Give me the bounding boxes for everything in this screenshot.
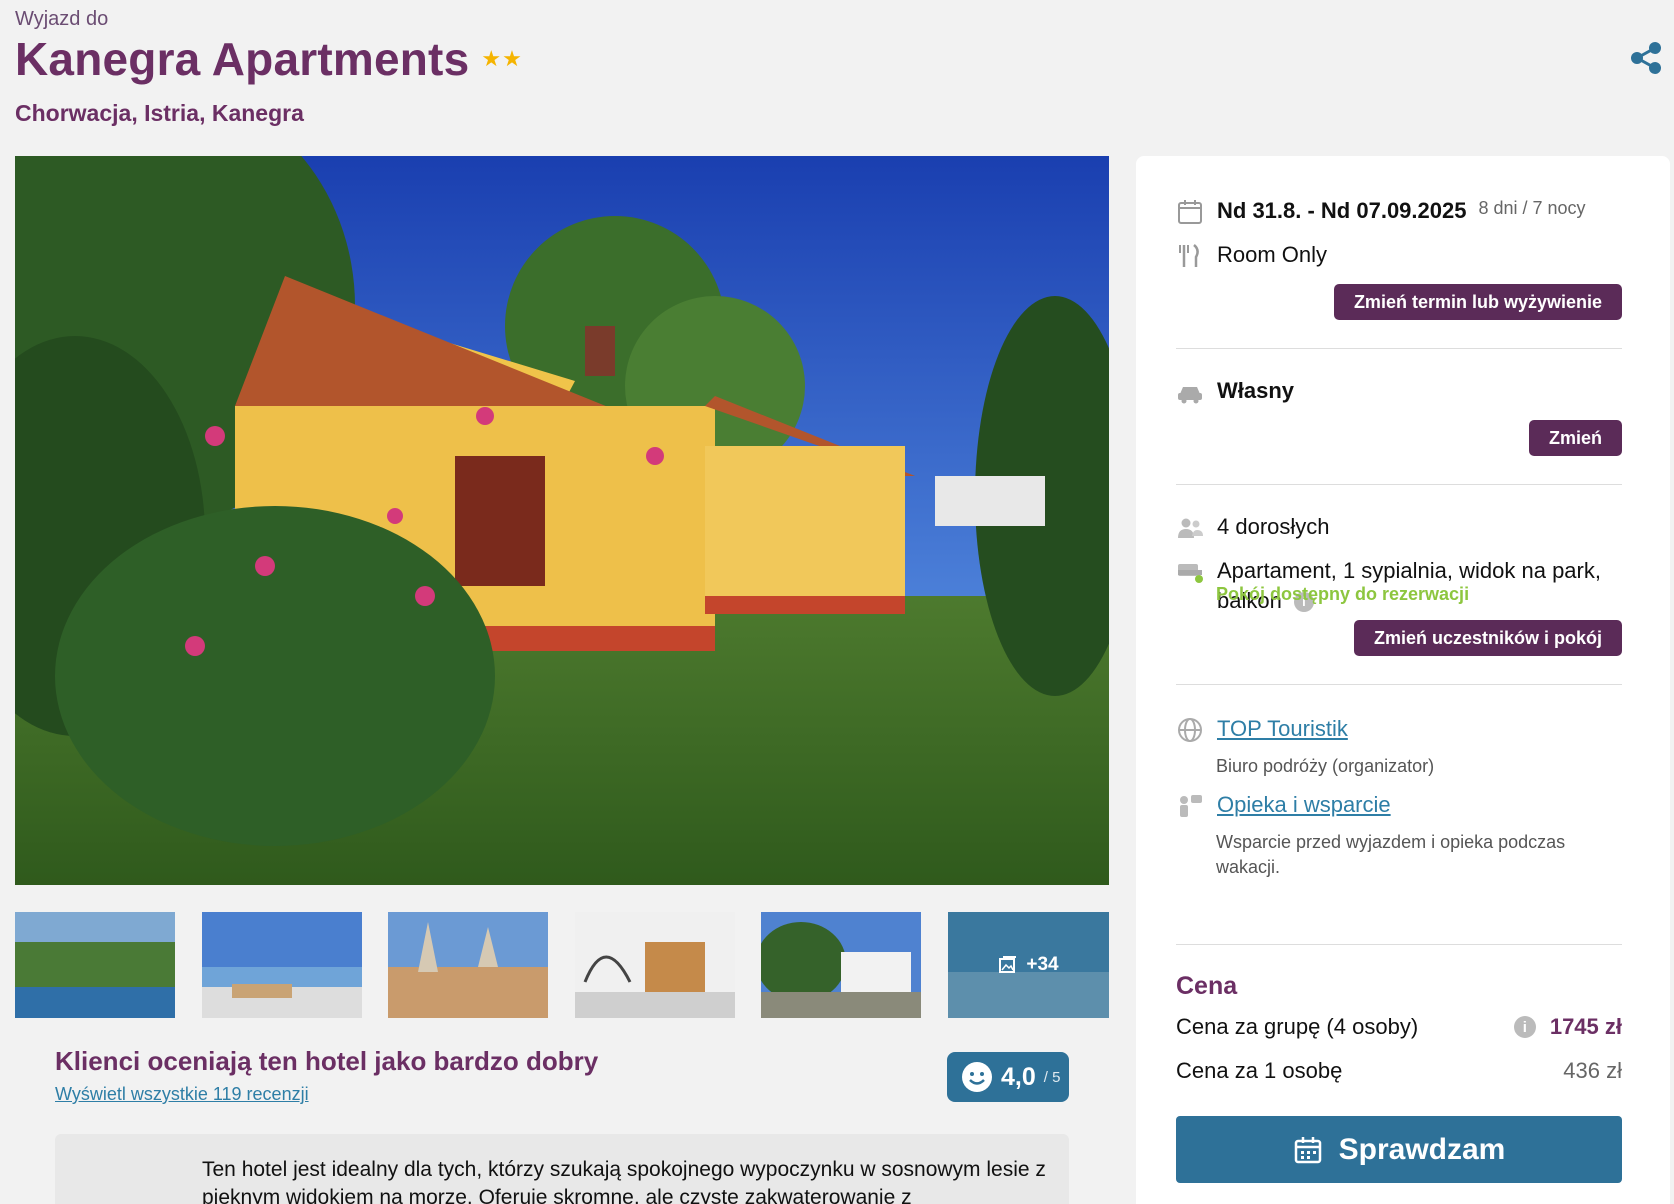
support-row: Opieka i wsparcie [1176,792,1391,820]
thumbnail-photo[interactable] [202,912,362,1018]
rating-headline: Klienci oceniają ten hotel jako bardzo d… [55,1046,599,1076]
hotel-title: Kanegra Apartments [15,33,470,85]
smiley-icon [962,1062,992,1092]
change-transport-button[interactable]: Zmień [1528,420,1622,456]
description-box: Ten hotel jest idealny dla tych, którzy … [55,1134,1069,1204]
thumbnail-more[interactable]: +34 [948,912,1109,1018]
thumbnail-photo[interactable] [575,912,735,1018]
score-badge[interactable]: 4,0 / 5 [947,1052,1069,1102]
organizer-subtitle: Biuro podróży (organizator) [1216,756,1435,776]
divider [1176,484,1622,485]
more-photos-count: +34 [1026,954,1059,975]
booking-panel: Nd 31.8. - Nd 07.09.2025 8 dni / 7 nocy … [1136,156,1670,1204]
board-row: Room Only [1176,242,1327,270]
globe-icon [1178,718,1202,742]
per-person-label: Cena za 1 osobę [1176,1058,1343,1083]
guests-row: 4 dorosłych [1176,514,1330,542]
bed-icon [1178,564,1203,583]
car-icon [1178,387,1202,404]
divider [1176,944,1622,945]
travel-duration: 8 dni / 7 nocy [1478,198,1586,218]
organizer-link[interactable]: TOP Touristik [1217,716,1348,742]
thumbnail-photo[interactable] [388,912,548,1018]
travel-dates: Nd 31.8. - Nd 07.09.2025 [1217,198,1467,223]
room-availability: Pokój dostępny do rezerwacji [1216,584,1470,604]
main-photo[interactable] [15,156,1109,885]
support-icon [1180,795,1202,817]
check-availability-button[interactable]: Sprawdzam [1176,1116,1622,1183]
gallery-icon [999,956,1017,973]
thumbnail-photo[interactable] [761,912,921,1018]
board-type: Room Only [1217,242,1328,267]
description-text: Ten hotel jest idealny dla tych, którzy … [202,1158,1046,1204]
divider [1176,348,1622,349]
all-reviews-link[interactable]: Wyświetl wszystkie 119 recenzji [55,1084,309,1105]
per-person-value: 436 zł [1563,1058,1622,1083]
support-link[interactable]: Opieka i wsparcie [1217,792,1391,818]
per-person-price-row: Cena za 1 osobę 436 zł [1176,1058,1622,1084]
group-price-right: i 1745 zł [1513,1014,1622,1040]
score-value: 4,0 [1001,1062,1036,1091]
dates-row: Nd 31.8. - Nd 07.09.2025 8 dni / 7 nocy [1176,198,1586,226]
thumbnail-photo[interactable] [15,912,175,1018]
group-price-row: Cena za grupę (4 osoby) i 1745 zł [1176,1014,1622,1040]
more-photos-overlay: +34 [948,912,1109,1018]
cutlery-icon [1179,244,1199,267]
transport-type: Własny [1217,378,1295,403]
hotel-location: Chorwacja, Istria, Kanegra [15,100,304,126]
price-heading: Cena [1176,972,1238,1000]
support-subtitle: Wsparcie przed wyjazdem i opieka podczas… [1216,832,1566,877]
main-photo-illustration [15,156,1109,885]
change-term-button[interactable]: Zmień termin lub wyżywienie [1333,284,1622,320]
check-availability-label: Sprawdzam [1338,1132,1506,1166]
people-icon [1178,518,1203,538]
group-price-value: 1745 zł [1549,1014,1622,1039]
photo-thumbnails: +34 [15,912,1109,1018]
share-icon[interactable] [1628,40,1664,76]
change-room-button[interactable]: Zmień uczestników i pokój [1353,620,1622,656]
guest-count: 4 dorosłych [1217,514,1330,539]
organizer-row: TOP Touristik [1176,716,1348,744]
group-price-label: Cena za grupę (4 osoby) [1176,1014,1419,1039]
title-row: Kanegra Apartments ★★ [15,32,523,86]
pre-title: Wyjazd do [15,8,109,30]
transport-row: Własny [1176,378,1294,406]
calendar-icon [1294,1136,1321,1163]
star-rating: ★★ [481,46,523,71]
divider [1176,684,1622,685]
score-max: / 5 [1043,1068,1061,1086]
calendar-icon [1178,200,1202,224]
info-icon[interactable]: i [1513,1016,1536,1038]
